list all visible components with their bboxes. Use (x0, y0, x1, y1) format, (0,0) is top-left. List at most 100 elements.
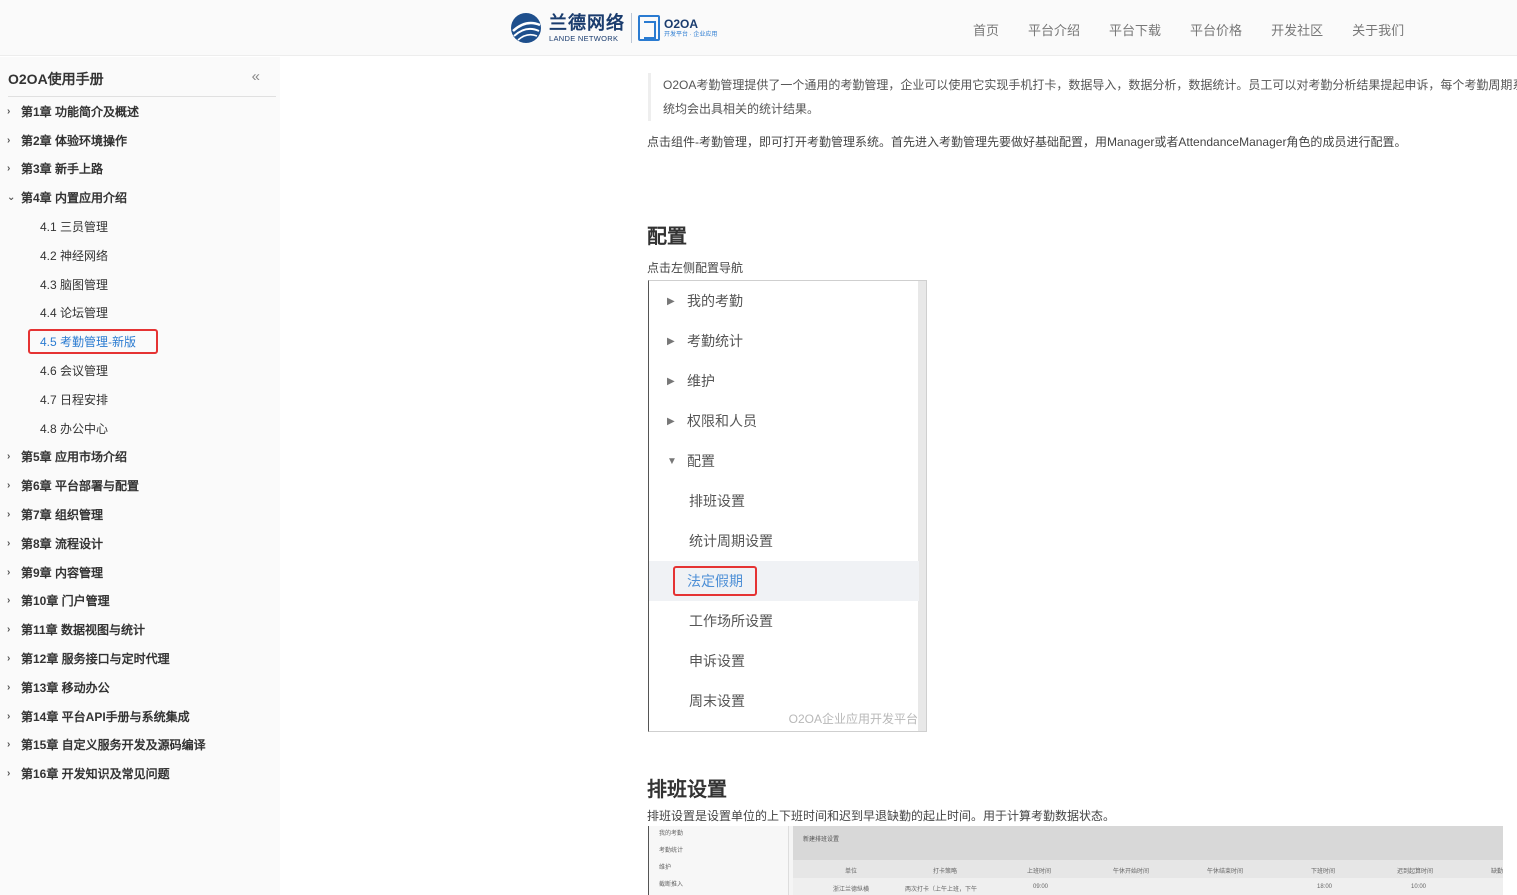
sidebar-item-4-2[interactable]: 4.2 神经网络 (0, 241, 280, 270)
new-shift-button: 新建排班设置 (803, 837, 840, 843)
doc-content: O2OA考勤管理提供了一个通用的考勤管理，企业可以使用它实现手机打卡，数据导入，… (647, 57, 1517, 895)
sidebar-item-label: 第16章 开发知识及常见问题 (21, 767, 170, 782)
sidebar-item-ch14[interactable]: › 第14章 平台API手册与系统集成 (0, 702, 280, 731)
menu-label: 周末设置 (689, 693, 745, 709)
sidebar-item-4-6[interactable]: 4.6 会议管理 (0, 356, 280, 385)
table-header-cell: 打卡策略 (933, 869, 958, 875)
sidebar-item-label: 第2章 体验环境操作 (21, 133, 128, 148)
menu-label: 配置 (687, 453, 715, 469)
menu-label: 截断推入 (659, 882, 684, 888)
sidebar-item-ch9[interactable]: › 第9章 内容管理 (0, 558, 280, 587)
globe-logo-icon (509, 11, 543, 45)
sidebar-item-ch16[interactable]: › 第16章 开发知识及常见问题 (0, 759, 280, 788)
site-logo[interactable]: 兰德网络 LANDE NETWORK O2OA 开发平台 · 企业应用 (509, 9, 717, 47)
table-header-cell: 迟到起算时间 (1397, 869, 1434, 875)
sidebar-item-label: 4.5 考勤管理-新版 (28, 329, 159, 355)
chevron-right-icon: › (7, 595, 11, 607)
menu-config: ▼ 配置 (649, 441, 919, 481)
sidebar-item-label: 第11章 数据视图与统计 (21, 623, 146, 638)
chevron-right-icon: › (7, 710, 11, 722)
sidebar-item-ch8[interactable]: › 第8章 流程设计 (0, 529, 280, 558)
caret-right-icon: ▶ (667, 415, 675, 427)
sidebar-item-4-7[interactable]: 4.7 日程安排 (0, 385, 280, 414)
shift-table-screenshot: 我的考勤 考勤统计 维护 截断推入 新建排班设置 单位 打卡策略 上班时间 午休… (648, 826, 1503, 895)
nav-platform-price[interactable]: 平台价格 (1190, 20, 1242, 39)
menu-label: 维护 (659, 865, 672, 871)
logo-text: 兰德网络 LANDE NETWORK (549, 14, 625, 43)
sidebar-item-label: 4.8 办公中心 (40, 421, 109, 436)
table-header-cell: 上班时间 (1027, 869, 1052, 875)
top-navbar: 兰德网络 LANDE NETWORK O2OA 开发平台 · 企业应用 首页 平… (0, 0, 1517, 56)
menu-label: 申诉设置 (689, 653, 745, 669)
o2oa-logo-subtext: 开发平台 · 企业应用 (664, 32, 718, 38)
table-header-cell: 下班时间 (1311, 869, 1336, 875)
menu-appeal-setting: 申诉设置 (649, 641, 919, 681)
sidebar-item-ch4[interactable]: ⌄ 第4章 内置应用介绍 (0, 183, 280, 212)
table-header-cell: 午休开始时间 (1113, 869, 1150, 875)
chevron-right-icon: › (7, 681, 11, 693)
logo-en: LANDE NETWORK (549, 33, 619, 43)
sidebar-item-ch2[interactable]: › 第2章 体验环境操作 (0, 126, 280, 155)
chevron-right-icon: › (7, 653, 11, 665)
sidebar-item-label: 第10章 门户管理 (21, 594, 110, 609)
logo-cn: 兰德网络 (549, 12, 625, 33)
nav-home[interactable]: 首页 (973, 20, 999, 39)
chevron-right-icon: › (7, 480, 11, 492)
nav-dev-community[interactable]: 开发社区 (1271, 20, 1323, 39)
menu-maintenance: ▶ 维护 (649, 361, 919, 401)
nav-platform-intro[interactable]: 平台介绍 (1028, 20, 1080, 39)
menu-label: 统计周期设置 (689, 533, 773, 549)
menu-attendance-stats: ▶ 考勤统计 (649, 321, 919, 361)
sidebar-item-label: 第3章 新手上路 (21, 162, 104, 177)
table-cell: 10:00 (1411, 884, 1427, 890)
sidebar-item-4-1[interactable]: 4.1 三员管理 (0, 212, 280, 241)
menu-label: 我的考勤 (687, 293, 743, 309)
screenshot-table-row: 浙江兰德纵横 两次打卡（上午上班，下午 09:00 18:00 10:00 (793, 878, 1503, 895)
sidebar-item-label: 第13章 移动办公 (21, 680, 110, 695)
screenshot-scrollbar (918, 281, 926, 731)
menu-label: 我的考勤 (659, 831, 684, 837)
sidebar-item-label: 4.2 神经网络 (40, 248, 109, 263)
sidebar-item-4-8[interactable]: 4.8 办公中心 (0, 414, 280, 443)
menu-label: 工作场所设置 (689, 613, 773, 629)
collapse-sidebar-icon[interactable]: « (252, 68, 260, 85)
sidebar-item-ch6[interactable]: › 第6章 平台部署与配置 (0, 471, 280, 500)
sidebar-item-ch11[interactable]: › 第11章 数据视图与统计 (0, 615, 280, 644)
sidebar-item-4-4[interactable]: 4.4 论坛管理 (0, 299, 280, 328)
sidebar-chapter-list: › 第1章 功能简介及概述 › 第2章 体验环境操作 › 第3章 新手上路 ⌄ 第4章 … (0, 97, 280, 788)
screenshot-watermark: O2OA企业应用开发平台 (788, 712, 918, 726)
sidebar-item-label: 4.7 日程安排 (40, 392, 109, 407)
intro-paragraph: 点击组件-考勤管理，即可打开考勤管理系统。首先进入考勤管理先要做好基础配置，用M… (647, 135, 1407, 149)
nav-platform-download[interactable]: 平台下载 (1109, 20, 1161, 39)
menu-my-attendance: ▶ 我的考勤 (649, 281, 919, 321)
sidebar-item-ch5[interactable]: › 第5章 应用市场介绍 (0, 443, 280, 472)
sidebar-item-ch3[interactable]: › 第3章 新手上路 (0, 155, 280, 184)
sidebar-item-ch7[interactable]: › 第7章 组织管理 (0, 500, 280, 529)
section-heading-shift: 排班设置 (647, 779, 727, 801)
sidebar-item-ch1[interactable]: › 第1章 功能简介及概述 (0, 97, 280, 126)
sidebar-item-ch13[interactable]: › 第13章 移动办公 (0, 673, 280, 702)
screenshot-table-header: 单位 打卡策略 上班时间 午休开始时间 午休结束时间 下班时间 迟到起算时间 缺… (793, 860, 1503, 878)
logo-divider (631, 13, 632, 43)
sidebar-item-ch15[interactable]: › 第15章 自定义服务开发及源码编译 (0, 731, 280, 760)
table-header-cell: 午休结束时间 (1207, 869, 1244, 875)
caret-down-icon: ▼ (667, 455, 677, 467)
sidebar-item-label: 第8章 流程设计 (21, 536, 104, 551)
config-nav-screenshot: ▶ 我的考勤 ▶ 考勤统计 ▶ 维护 ▶ 权限和人员 ▼ 配置 排班设置 统计周期设置 法… (648, 280, 927, 732)
sidebar-item-ch12[interactable]: › 第12章 服务接口与定时代理 (0, 644, 280, 673)
table-header-cell: 缺勤 (1491, 869, 1503, 875)
caret-right-icon: ▶ (667, 335, 675, 347)
chevron-right-icon: › (7, 739, 11, 751)
sidebar-item-label: 第1章 功能简介及概述 (21, 104, 140, 119)
sidebar-item-4-5-active[interactable]: 4.5 考勤管理-新版 (0, 327, 280, 356)
caret-right-icon: ▶ (667, 295, 675, 307)
nav-about-us[interactable]: 关于我们 (1352, 20, 1404, 39)
section-heading-config: 配置 (647, 226, 687, 248)
menu-label: 考勤统计 (687, 333, 743, 349)
caret-right-icon: ▶ (667, 375, 675, 387)
sidebar-item-ch10[interactable]: › 第10章 门户管理 (0, 587, 280, 616)
menu-label: 权限和人员 (687, 413, 757, 429)
menu-permissions: ▶ 权限和人员 (649, 401, 919, 441)
shift-description: 排班设置是设置单位的上下班时间和迟到早退缺勤的起止时间。用于计算考勤数据状态。 (647, 809, 1116, 823)
sidebar-item-4-3[interactable]: 4.3 脑图管理 (0, 270, 280, 299)
